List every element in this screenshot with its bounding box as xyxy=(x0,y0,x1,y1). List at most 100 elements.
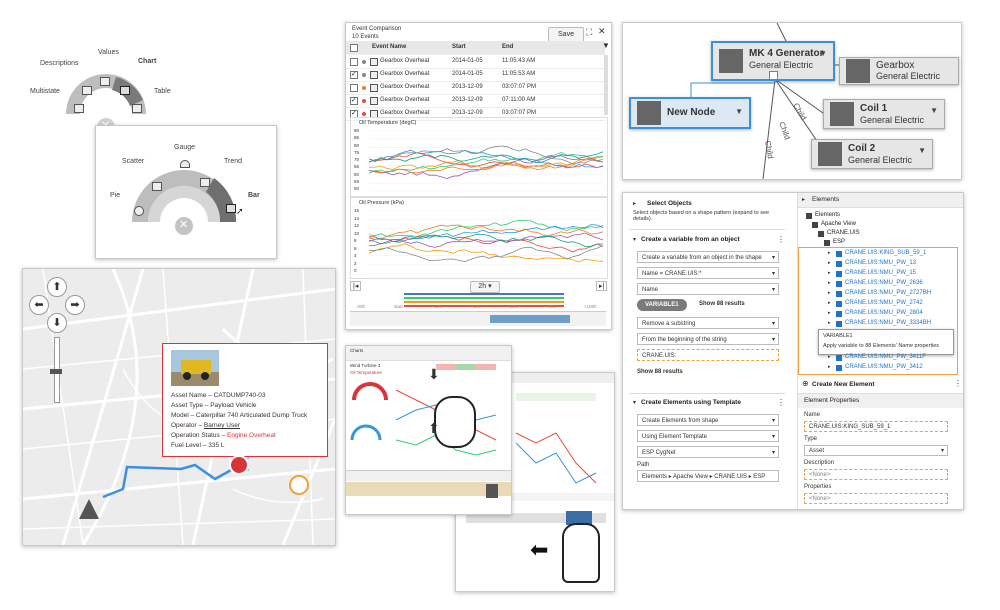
touch-timeline[interactable] xyxy=(346,470,511,481)
node-gearbox[interactable]: Gearbox General Electric xyxy=(839,57,959,85)
variable-property-select[interactable]: Name ▾ xyxy=(637,283,779,295)
nav-left-icon[interactable]: |◂ xyxy=(350,281,362,291)
col-start[interactable]: Start xyxy=(452,41,466,54)
node-coil-1[interactable]: Coil 1 General Electric ▼ xyxy=(823,99,945,129)
chevron-down-icon[interactable]: ▼ xyxy=(819,49,827,58)
operator-name-link[interactable]: Barney User xyxy=(204,422,240,429)
timeline-event-bar[interactable] xyxy=(404,301,564,303)
chevron-down-icon[interactable]: ▼ xyxy=(930,106,938,115)
pan-right-button[interactable]: ➡ xyxy=(65,295,85,315)
variable-source-select[interactable]: Create a variable from an object in the … xyxy=(637,251,779,263)
bar-icon[interactable] xyxy=(226,204,236,213)
values-icon[interactable] xyxy=(100,77,110,86)
name-field[interactable]: CRANE.UIS:KING_SUB_59_1 xyxy=(804,421,948,432)
chevron-down-icon[interactable]: ▼ xyxy=(918,146,926,155)
create-from-select[interactable]: Create Elements from shape ▾ xyxy=(637,414,779,426)
pan-down-button[interactable]: ⬇ xyxy=(47,313,67,333)
col-end[interactable]: End xyxy=(502,41,513,54)
row-checkbox[interactable] xyxy=(350,68,358,81)
select-all-checkbox[interactable] xyxy=(350,44,358,52)
zoom-slider-handle[interactable] xyxy=(50,369,62,374)
node-coil-2[interactable]: Coil 2 General Electric ▼ xyxy=(811,139,933,169)
table-row[interactable]: Gearbox Overheat 2014-01-05 11:05:53 AM xyxy=(346,68,605,82)
tree-element-item[interactable]: CRANE.UIS:NMU_PW_13 xyxy=(845,260,916,266)
tree-expand-icon[interactable]: ▸ xyxy=(828,290,831,296)
tree-expand-icon[interactable]: ▸ xyxy=(828,320,831,326)
timeline-axis[interactable]: -20h start +20h +40h +60h +80h +100h xyxy=(350,304,606,326)
more-menu-icon[interactable]: ⋮ xyxy=(954,379,962,388)
tree-element-item[interactable]: CRANE.UIS:NMU_PW_2727BH xyxy=(845,290,931,296)
tree-crane-uis[interactable]: CRANE.UIS xyxy=(827,230,860,236)
col-event-name[interactable]: Event Name xyxy=(372,41,406,54)
position-select[interactable]: From the beginning of the string ▾ xyxy=(637,333,779,345)
row-checkbox[interactable] xyxy=(350,94,358,107)
table-row[interactable]: Gearbox Overheat 2013-12-09 03:07:07 PM xyxy=(346,81,605,95)
substring-input[interactable]: CRANE.UIS: xyxy=(637,349,779,361)
tree-elements[interactable]: Elements xyxy=(815,212,840,218)
template-mode-select[interactable]: Using Element Template ▾ xyxy=(637,430,779,442)
close-icon[interactable]: ✕ xyxy=(598,26,606,37)
collapse-arrow-icon[interactable]: ▾ xyxy=(633,236,636,243)
trend-icon[interactable] xyxy=(200,178,210,187)
add-element-icon[interactable]: ⊕ xyxy=(802,379,809,388)
variable-filter-select[interactable]: Name = CRANE.UIS:* ▾ xyxy=(637,267,779,279)
node-new-node[interactable]: New Node ▼ xyxy=(629,97,751,129)
description-field[interactable]: <None> xyxy=(804,469,948,480)
tree-element-item[interactable]: CRANE.UIS:NMU_PW_3334BH xyxy=(845,320,931,326)
properties-field[interactable]: <None> xyxy=(804,493,948,504)
more-menu-icon[interactable]: ⋮ xyxy=(777,398,785,407)
gauge-icon[interactable] xyxy=(180,160,190,168)
filter-icon[interactable]: ▼ xyxy=(602,41,610,50)
tree-expand-icon[interactable]: ▸ xyxy=(828,300,831,306)
tree-element-item[interactable]: CRANE.UIS:NMU_PW_2742 xyxy=(845,300,923,306)
path-field[interactable]: Elements ▸ Apache View ▸ CRANE.UIS ▸ ESP xyxy=(637,470,779,482)
truck-marker-icon[interactable] xyxy=(289,475,309,495)
zoom-select[interactable]: 2h ▾ xyxy=(470,281,500,293)
tree-expand-icon[interactable]: ▸ xyxy=(828,280,831,286)
tree-expand-icon[interactable]: ▸ xyxy=(828,364,831,370)
tree-expand-icon[interactable]: ▸ xyxy=(828,354,831,360)
description-icon[interactable] xyxy=(82,86,92,95)
tree-expand-icon[interactable]: ▸ xyxy=(828,270,831,276)
chevron-down-icon[interactable]: ▼ xyxy=(735,107,743,116)
connector-handle[interactable] xyxy=(769,71,778,80)
tree-apache-view[interactable]: Apache View xyxy=(821,221,856,227)
create-new-element-button[interactable]: Create New Element xyxy=(812,381,875,388)
timeline-event-bar[interactable] xyxy=(404,293,564,295)
facility-marker-icon[interactable] xyxy=(79,499,99,519)
show-results-link[interactable]: Show 88 results xyxy=(699,301,745,307)
tree-element-item[interactable]: CRANE.UIS:NMU_PW_3412 xyxy=(845,364,923,370)
table-row[interactable]: Gearbox Overheat 2013-12-09 07:11:00 AM xyxy=(346,94,605,108)
tree-element-item[interactable]: CRANE.UIS:NMU_PW_2636 xyxy=(845,280,923,286)
row-checkbox[interactable] xyxy=(350,84,358,92)
tree-esp[interactable]: ESP xyxy=(833,239,845,245)
tree-element-item[interactable]: CRANE.UIS:NMU_PW_3411F xyxy=(845,354,926,360)
chart-icon[interactable] xyxy=(120,86,130,95)
pie-icon[interactable] xyxy=(134,206,144,216)
tree-element-item[interactable]: CRANE.UIS:NMU_PW_2804 xyxy=(845,310,923,316)
multistate-icon[interactable] xyxy=(74,104,84,113)
row-checkbox[interactable] xyxy=(350,58,358,66)
expand-arrow-icon[interactable]: ▸ xyxy=(802,196,805,203)
pan-up-button[interactable]: ⬆ xyxy=(47,277,67,297)
tree-expand-icon[interactable]: ▸ xyxy=(828,250,831,256)
timeline-window[interactable] xyxy=(490,315,570,323)
collapse-arrow-icon[interactable]: ▾ xyxy=(633,399,636,406)
tree-element-item[interactable]: CRANE.UIS:KING_SUB_59_1 xyxy=(845,250,926,256)
nav-right-icon[interactable]: ▸| xyxy=(596,281,608,291)
type-select[interactable]: Asset ▾ xyxy=(804,445,948,456)
transform-select[interactable]: Remove a substring ▾ xyxy=(637,317,779,329)
timeline-event-bar[interactable] xyxy=(404,305,564,307)
expand-icon[interactable]: ⛶ xyxy=(586,27,592,38)
scatter-icon[interactable] xyxy=(152,182,162,191)
alert-marker-icon[interactable] xyxy=(229,455,249,475)
more-menu-icon[interactable]: ⋮ xyxy=(777,235,785,244)
table-icon[interactable] xyxy=(132,104,142,113)
variable-badge[interactable]: VARIABLE1 xyxy=(637,299,687,311)
tree-expand-icon[interactable]: ▸ xyxy=(828,310,831,316)
template-select[interactable]: ESP CygNet ▾ xyxy=(637,446,779,458)
map-panel[interactable]: ⬆ ⬅ ➡ ⬇ Asset Name – CATDUMP740-03 Asset… xyxy=(22,268,336,546)
show-results-link-2[interactable]: Show 88 results xyxy=(637,369,683,375)
pan-left-button[interactable]: ⬅ xyxy=(29,295,49,315)
touch-slider[interactable] xyxy=(486,484,498,498)
